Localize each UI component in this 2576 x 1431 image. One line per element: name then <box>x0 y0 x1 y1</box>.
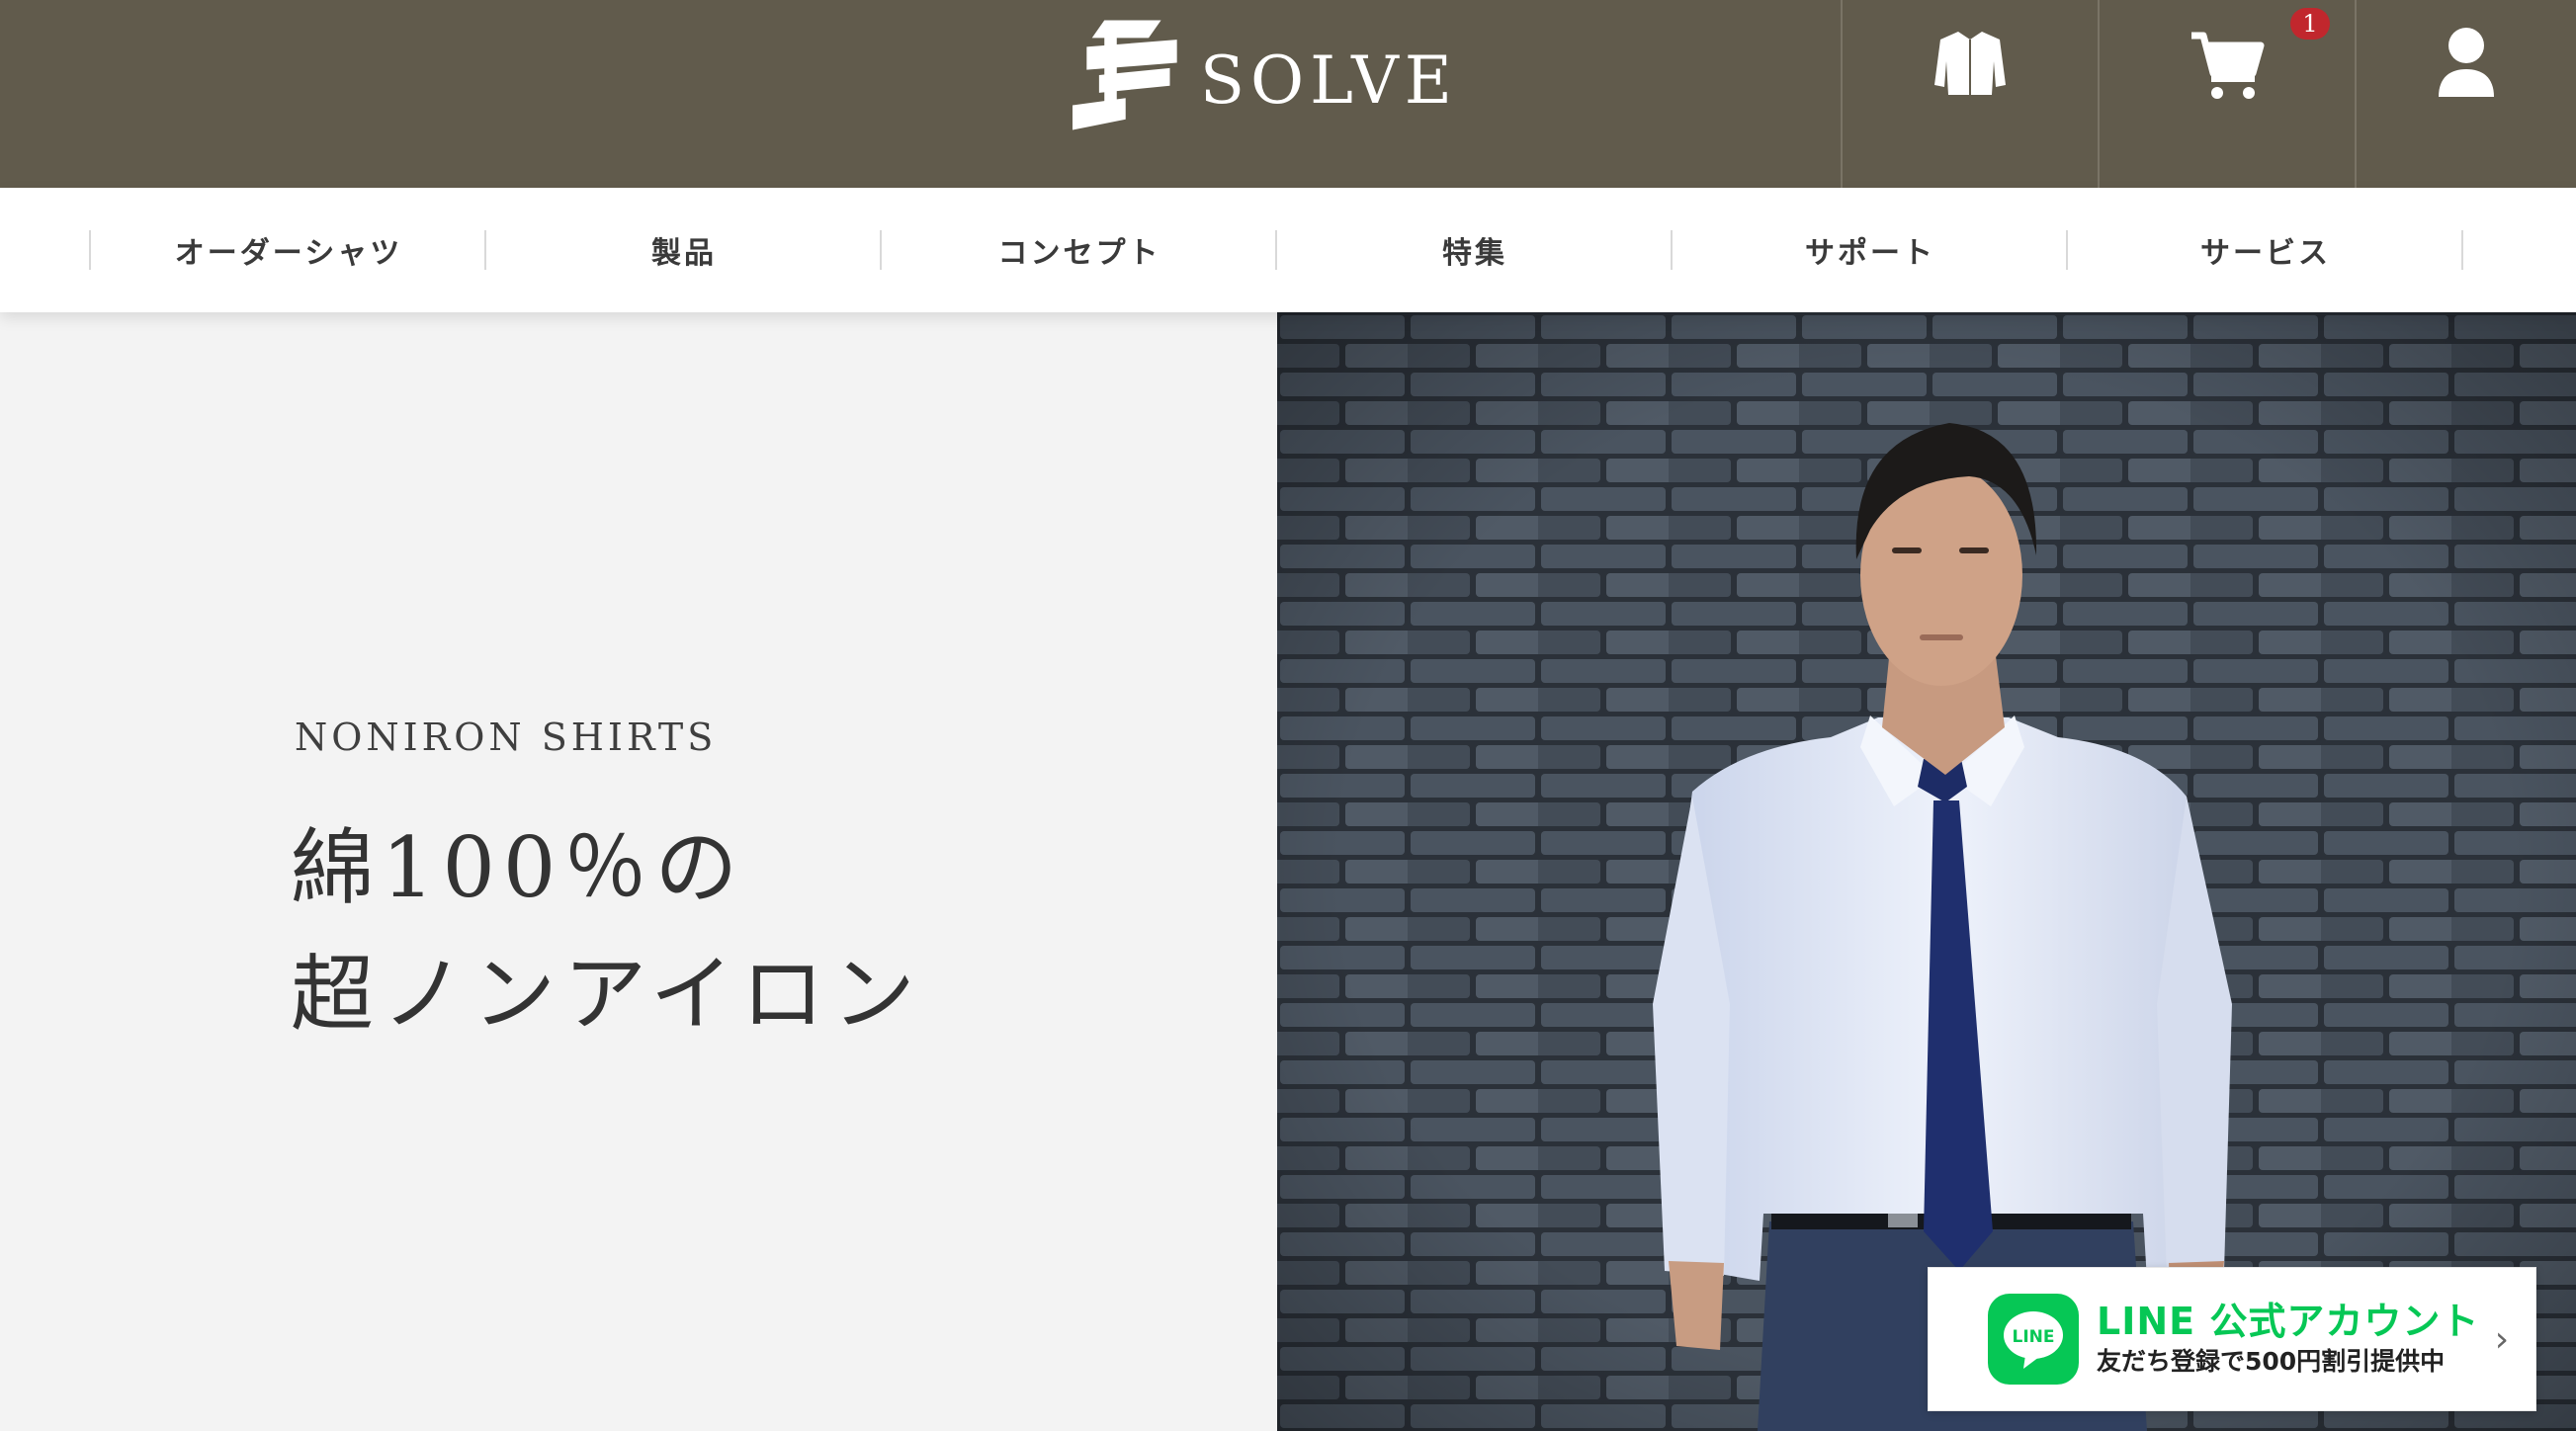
hero-text-panel[interactable]: NONIRON SHIRTS 綿100％の 超ノンアイロン <box>0 312 1277 1431</box>
cart-count-badge: 1 <box>2290 8 2330 40</box>
nav-item-support[interactable]: サポート <box>1673 188 2068 312</box>
site-logo[interactable]: SOLVE <box>1073 14 1458 136</box>
cart-icon-wrap: 1 <box>2186 8 2330 105</box>
hero-image[interactable] <box>1277 312 2576 1431</box>
nav-item-products[interactable]: 製品 <box>486 188 882 312</box>
line-banner-title: LINE 公式アカウント <box>2097 1300 2480 1343</box>
nav-item-concept[interactable]: コンセプト <box>882 188 1277 312</box>
nav-item-order-shirts[interactable]: オーダーシャツ <box>91 188 486 312</box>
hero-eyebrow: NONIRON SHIRTS <box>295 716 718 759</box>
line-logo-icon: LINE <box>1988 1294 2079 1385</box>
nav-separator <box>2461 230 2463 270</box>
logo-wordmark: SOLVE <box>1199 42 1458 119</box>
line-logo-text: LINE <box>2013 1327 2055 1347</box>
line-banner-subtitle: 友だち登録で500円割引提供中 <box>2097 1347 2446 1376</box>
hero-headline-line-2: 超ノンアイロン <box>291 946 923 1043</box>
hero-headline-line-1: 綿100％の <box>291 819 746 916</box>
cart-icon <box>2191 32 2265 99</box>
account-button[interactable] <box>2355 0 2576 188</box>
line-bubble-icon: LINE <box>2004 1311 2063 1369</box>
line-official-account-banner[interactable]: LINE LINE 公式アカウント 友だち登録で500円割引提供中 › <box>1928 1267 2536 1411</box>
site-header: SOLVE 1 <box>0 0 2576 188</box>
chevron-right-icon: › <box>2494 1318 2510 1360</box>
shirt-icon <box>1934 32 2006 95</box>
user-icon <box>2439 28 2494 97</box>
line-banner-text: LINE 公式アカウント 友だち登録で500円割引提供中 <box>2097 1299 2482 1380</box>
hero-headline: 綿100％の 超ノンアイロン <box>291 804 983 1057</box>
main-nav: オーダーシャツ 製品 コンセプト 特集 サポート サービス <box>0 188 2576 312</box>
hero-photo-model-shirt <box>1277 312 2576 1431</box>
logo-mark-icon <box>1073 20 1177 130</box>
nav-item-services[interactable]: サービス <box>2068 188 2463 312</box>
cart-button[interactable]: 1 <box>2098 0 2355 188</box>
shirt-button[interactable] <box>1841 0 2098 188</box>
nav-item-features[interactable]: 特集 <box>1277 188 1673 312</box>
